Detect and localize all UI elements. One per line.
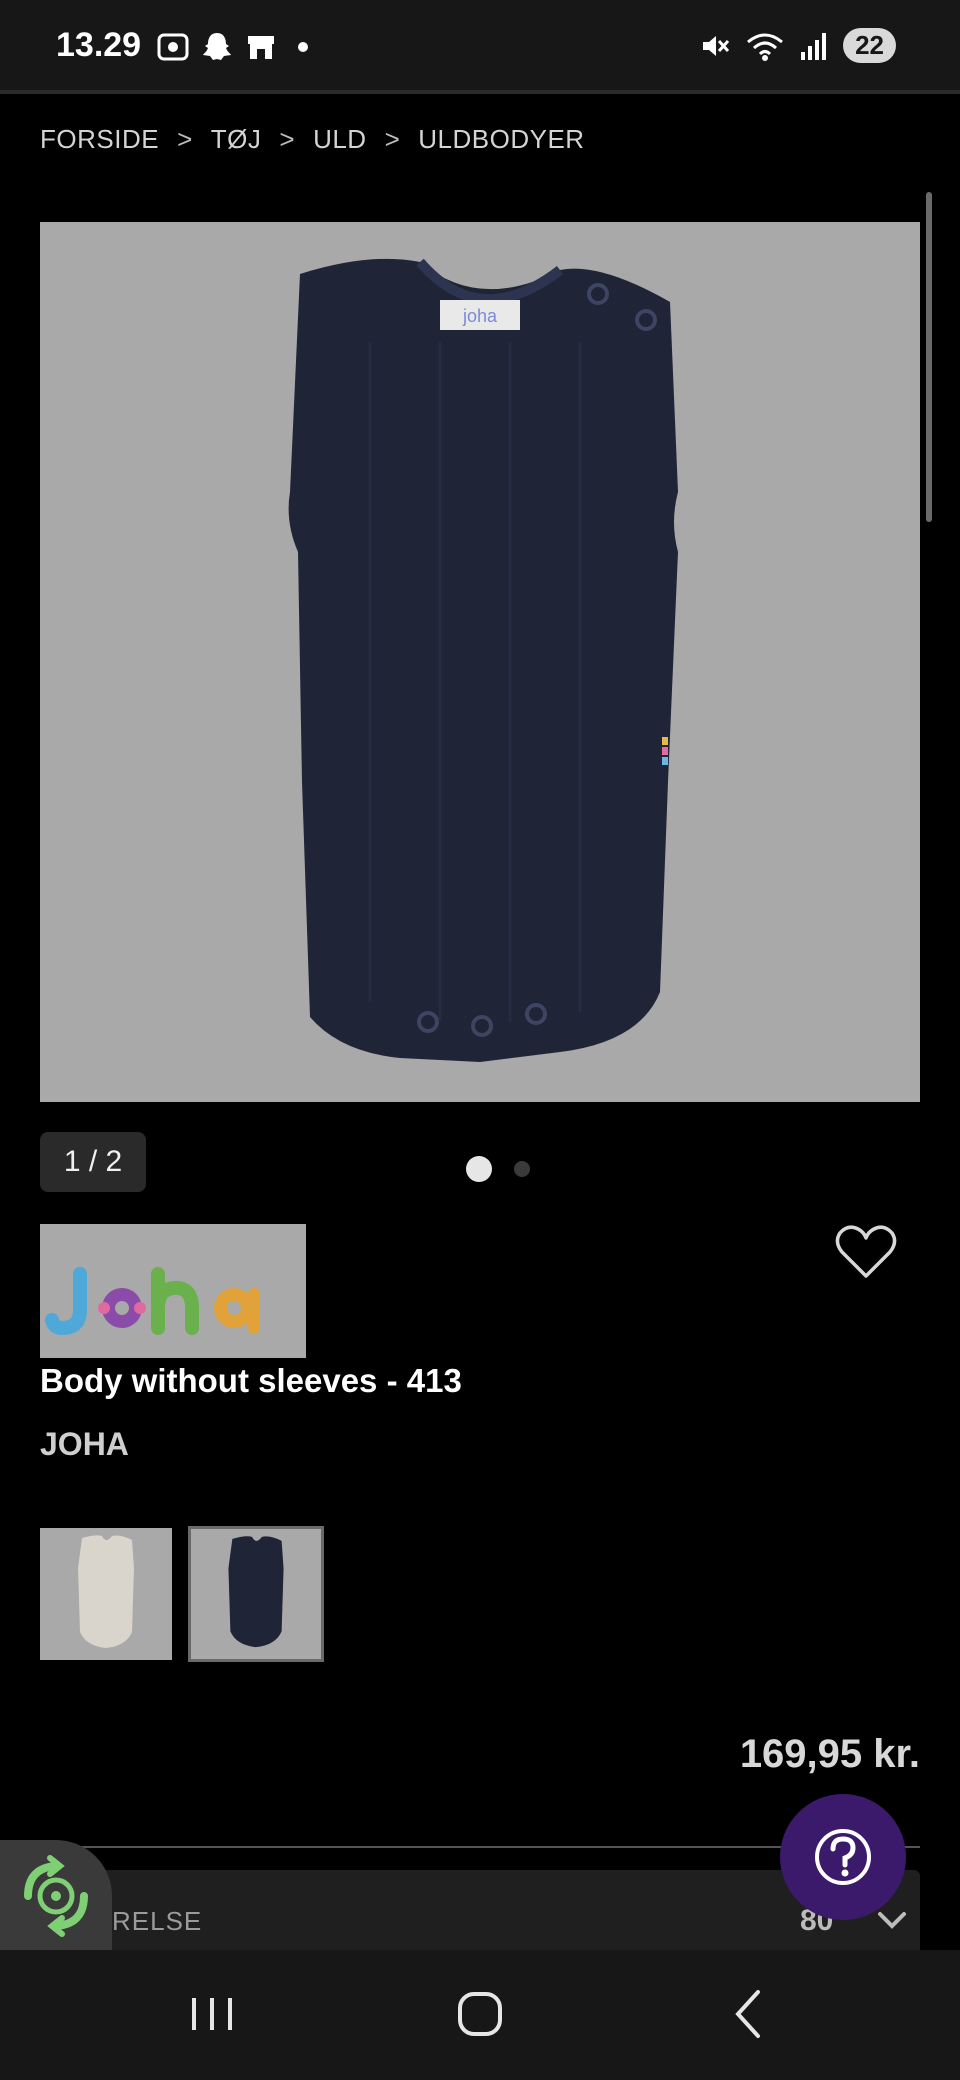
brand-logo[interactable]: [40, 1224, 306, 1358]
svg-text:joha: joha: [462, 306, 498, 326]
breadcrumb-item-forside[interactable]: FORSIDE: [40, 124, 159, 155]
breadcrumb-item-uldbodyer[interactable]: ULDBODYER: [418, 124, 584, 155]
product-brand[interactable]: JOHA: [40, 1426, 129, 1463]
navy-bodysuit-thumb-graphic: [228, 1536, 284, 1648]
mute-icon: [703, 35, 730, 56]
joha-logo-graphic: [45, 1267, 260, 1336]
thumbnail-white-bodysuit[interactable]: [40, 1528, 172, 1660]
gallery-counter: 1 / 2: [40, 1132, 146, 1192]
white-bodysuit-thumb-graphic: [78, 1535, 134, 1648]
product-price: 169,95 kr.: [739, 1732, 920, 1776]
status-bar: 13.29 22: [0, 0, 960, 92]
chevron-down-icon[interactable]: [876, 1904, 908, 1936]
product-main-image[interactable]: joha: [40, 222, 920, 1102]
wifi-icon: [747, 33, 784, 61]
status-left-icons: [156, 30, 308, 64]
battery-indicator: 22: [843, 28, 896, 63]
notification-dot: [298, 42, 308, 52]
breadcrumb-item-toj[interactable]: TØJ: [211, 124, 262, 155]
bodysuit-illustration: joha: [288, 258, 678, 1062]
status-time: 13.29: [56, 26, 142, 64]
breadcrumb-separator: >: [384, 124, 401, 154]
screenshot-icon: [157, 33, 189, 61]
signal-icon: [801, 32, 827, 60]
breadcrumb: FORSIDE > TØJ > ULD > ULDBODYER: [40, 124, 585, 155]
status-right-icons: 22: [699, 28, 896, 63]
size-selector-label: RELSE: [112, 1906, 203, 1936]
thumbnail-navy-bodysuit[interactable]: [188, 1526, 324, 1662]
header-divider: [0, 90, 960, 94]
recycle-icon: [24, 1855, 88, 1937]
recent-apps-icon[interactable]: [182, 1984, 242, 2044]
gallery-dot-1[interactable]: [466, 1156, 492, 1182]
system-navigation-bar: [0, 1950, 960, 2080]
back-icon[interactable]: [720, 1984, 780, 2044]
home-icon[interactable]: [450, 1984, 510, 2044]
breadcrumb-separator: >: [279, 124, 296, 154]
product-title: Body without sleeves - 413: [40, 1362, 462, 1399]
favorite-heart-icon[interactable]: [834, 1222, 898, 1282]
gallery-dot-2[interactable]: [514, 1161, 530, 1177]
question-mark-icon: [815, 1829, 871, 1885]
page-scrollbar[interactable]: [926, 192, 932, 522]
snapchat-icon: [203, 33, 231, 60]
breadcrumb-item-uld[interactable]: ULD: [313, 124, 367, 155]
store-icon: [248, 36, 274, 59]
eco-badge[interactable]: [0, 1840, 112, 1952]
gallery-pagination: [466, 1156, 530, 1182]
breadcrumb-separator: >: [177, 124, 193, 154]
help-button[interactable]: [780, 1794, 906, 1920]
